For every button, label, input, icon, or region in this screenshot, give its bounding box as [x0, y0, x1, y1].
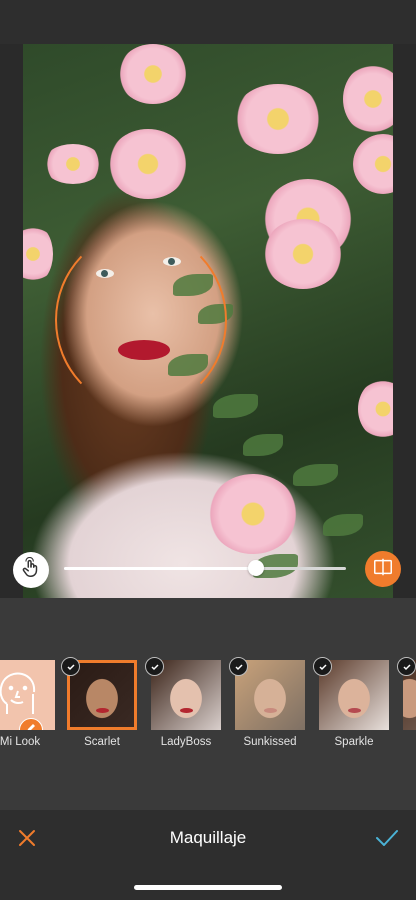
flower [263, 219, 343, 289]
lips [348, 708, 361, 713]
screen-title: Maquillaje [169, 828, 247, 847]
check-icon [374, 830, 400, 853]
flower [208, 474, 298, 554]
flower [23, 224, 53, 284]
look-label: Sunkissed [243, 736, 297, 748]
looks-strip[interactable]: Mi Look Scarlet LadyBoss Sunkissed Spark… [0, 652, 416, 752]
lips [264, 708, 277, 713]
photo-canvas[interactable] [0, 44, 416, 598]
look-thumbnail [0, 660, 55, 730]
downloaded-check-icon [61, 657, 80, 676]
look-label: Mi Look [0, 736, 41, 748]
flower [358, 379, 393, 439]
intensity-slider-knob[interactable] [247, 560, 264, 576]
flower [108, 129, 188, 199]
look-ladyboss[interactable]: LadyBoss [145, 657, 221, 748]
flower [233, 84, 323, 154]
intensity-slider[interactable] [64, 560, 346, 576]
face-detection-oval[interactable] [55, 230, 227, 410]
flower [353, 134, 393, 194]
touch-mode-button[interactable] [13, 552, 49, 588]
bottom-toolbar: Maquillaje [0, 810, 416, 900]
lips [180, 708, 193, 713]
look-label: LadyBoss [160, 736, 212, 748]
confirm-button[interactable] [374, 827, 402, 851]
look-mi-look[interactable]: Mi Look [0, 660, 55, 748]
leaf [323, 514, 363, 536]
flower [118, 44, 188, 104]
pencil-icon [25, 721, 37, 730]
leaf [213, 394, 258, 418]
look-sparkle[interactable]: Sparkle [313, 657, 389, 748]
flower [343, 64, 393, 134]
leaf [293, 464, 338, 486]
intensity-slider-fill [64, 567, 256, 570]
look-scarlet[interactable]: Scarlet [61, 657, 137, 748]
home-indicator [134, 885, 282, 890]
compare-button[interactable] [365, 551, 401, 587]
status-bar [0, 0, 416, 44]
look-label: Scarlet [84, 736, 120, 748]
downloaded-check-icon [397, 657, 416, 676]
downloaded-check-icon [145, 657, 164, 676]
downloaded-check-icon [313, 657, 332, 676]
look-next-partial[interactable] [397, 657, 416, 730]
leaf [243, 434, 283, 456]
downloaded-check-icon [229, 657, 248, 676]
flower [43, 144, 103, 184]
split-compare-icon [372, 556, 394, 583]
lips [96, 708, 109, 713]
look-label: Sparkle [334, 736, 374, 748]
hand-touch-icon [20, 556, 42, 584]
look-sunkissed[interactable]: Sunkissed [229, 657, 305, 748]
